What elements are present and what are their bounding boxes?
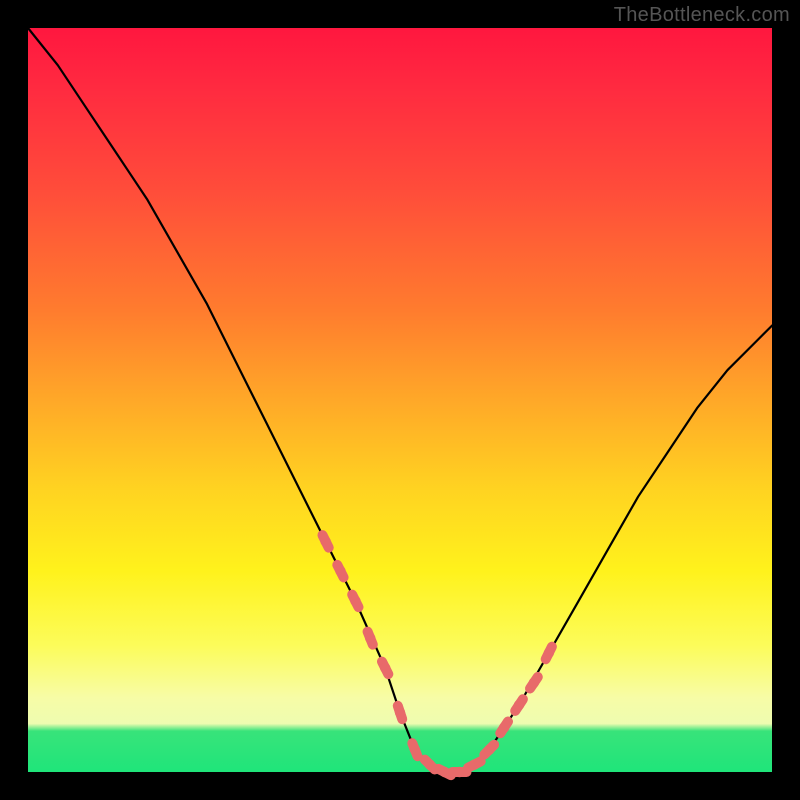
highlight-marker-dot: [484, 745, 494, 755]
highlight-markers: [320, 535, 554, 777]
highlight-marker-dot: [469, 759, 479, 769]
chart-frame: TheBottleneck.com: [0, 0, 800, 800]
curve-path: [28, 28, 772, 772]
highlight-marker-dot: [320, 536, 330, 546]
highlight-marker-dot: [499, 722, 509, 732]
highlight-marker-dot: [395, 707, 405, 717]
highlight-marker-dot: [544, 648, 554, 658]
highlight-marker-dot: [335, 566, 345, 576]
highlight-marker-dot: [425, 759, 435, 769]
bottleneck-curve: [28, 28, 772, 772]
highlight-marker-dot: [380, 663, 390, 673]
plot-area: [28, 28, 772, 772]
highlight-marker-dot: [350, 596, 360, 606]
highlight-marker-dot: [365, 633, 375, 643]
watermark-text: TheBottleneck.com: [614, 4, 790, 27]
curve-layer: [28, 28, 772, 772]
highlight-marker-dot: [529, 678, 539, 688]
highlight-marker-dot: [514, 700, 524, 710]
highlight-marker-dot: [410, 745, 420, 755]
highlight-marker-dot: [454, 767, 464, 777]
